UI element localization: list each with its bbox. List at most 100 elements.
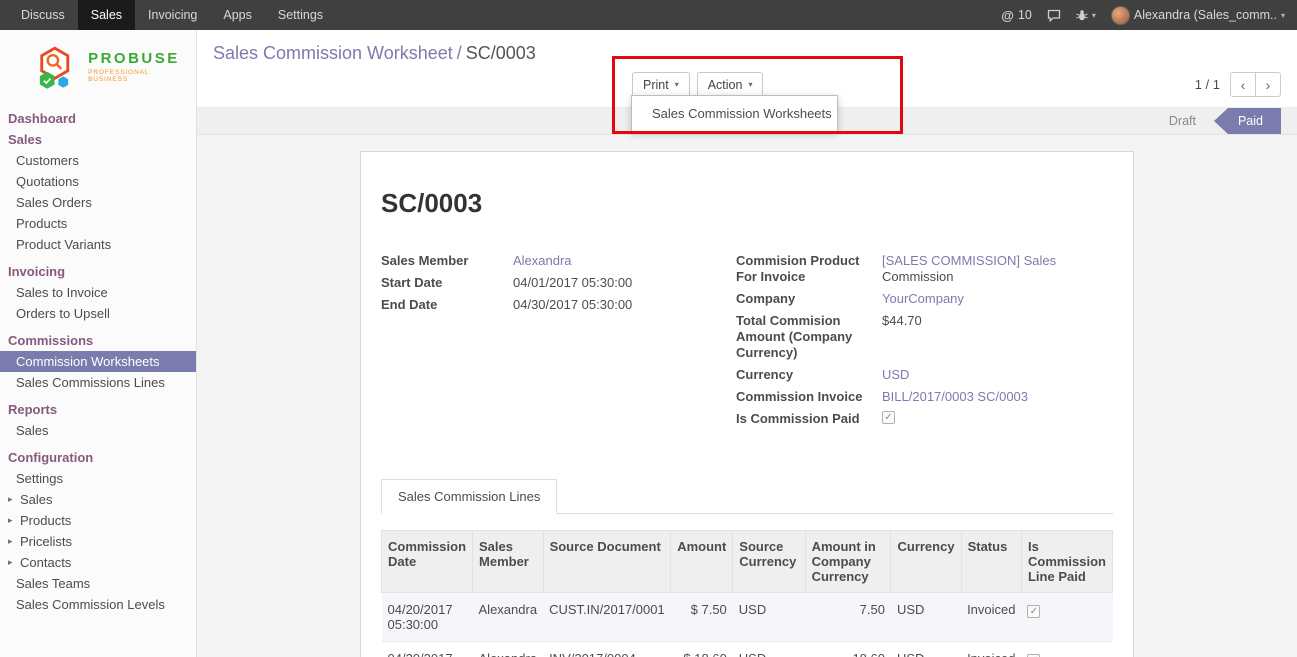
- column-header-currency[interactable]: Currency: [891, 531, 961, 593]
- field-value-total-commission: $44.70: [882, 313, 922, 361]
- topbar-menu-sales[interactable]: Sales: [78, 0, 135, 30]
- column-header-status[interactable]: Status: [961, 531, 1021, 593]
- sidebar-item-product-variants[interactable]: Product Variants: [0, 234, 196, 255]
- cell-line-paid: ✓: [1021, 642, 1112, 657]
- messages-menu[interactable]: [1047, 9, 1061, 22]
- sidebar-item-sales-orders[interactable]: Sales Orders: [0, 192, 196, 213]
- field-value-company[interactable]: YourCompany: [882, 291, 964, 307]
- field-is-commission-paid: Is Commission Paid ✓: [736, 411, 1113, 427]
- action-button[interactable]: Action ▾: [697, 72, 764, 97]
- chevron-down-icon: ▾: [748, 80, 752, 89]
- logo-title: PROBUSE: [88, 51, 190, 66]
- status-paid[interactable]: Paid: [1214, 108, 1281, 134]
- field-label: Is Commission Paid: [736, 411, 882, 427]
- field-group-left: Sales Member Alexandra Start Date 04/01/…: [381, 253, 736, 433]
- commission-product-rest: Commission: [882, 269, 954, 284]
- checkbox-checked-icon: ✓: [882, 411, 895, 424]
- chevron-right-icon: ›: [1266, 77, 1271, 93]
- sidebar-item-products-config[interactable]: ▸Products: [0, 510, 196, 531]
- sidebar-item-sales-report[interactable]: Sales: [0, 420, 196, 441]
- field-label: End Date: [381, 297, 513, 313]
- field-group-right: Commision Product For Invoice [SALES COM…: [736, 253, 1113, 433]
- message-bubble-icon: [1047, 9, 1061, 22]
- sidebar-item-sales-to-invoice[interactable]: Sales to Invoice: [0, 282, 196, 303]
- sidebar-item-label: Sales Orders: [16, 194, 92, 211]
- field-label: Start Date: [381, 275, 513, 291]
- sidebar-item-commission-worksheets[interactable]: Commission Worksheets: [0, 351, 196, 372]
- column-header-source-currency[interactable]: Source Currency: [733, 531, 805, 593]
- sidebar-item-label: Orders to Upsell: [16, 305, 110, 322]
- field-value-sales-member[interactable]: Alexandra: [513, 253, 572, 269]
- cell-commission-date: 04/20/2017 05:30:00: [382, 642, 473, 657]
- breadcrumb-parent[interactable]: Sales Commission Worksheet: [213, 43, 453, 63]
- table-row[interactable]: 04/20/2017 05:30:00 Alexandra CUST.IN/20…: [382, 593, 1113, 642]
- cell-amount-company: 7.50: [805, 593, 891, 642]
- field-label: Commision Product For Invoice: [736, 253, 882, 285]
- field-value-currency[interactable]: USD: [882, 367, 909, 383]
- pager-previous-button[interactable]: ‹: [1230, 72, 1256, 97]
- chevron-down-icon: ▾: [1281, 11, 1285, 20]
- sidebar-item-settings[interactable]: Settings: [0, 468, 196, 489]
- cell-status: Invoiced: [961, 642, 1021, 657]
- user-menu[interactable]: Alexandra (Sales_comm.. ▾: [1111, 6, 1285, 25]
- sidebar-section-invoicing[interactable]: Invoicing: [0, 261, 196, 282]
- sidebar-item-label: Sales Commission Levels: [16, 596, 165, 613]
- column-header-sales-member[interactable]: Sales Member: [473, 531, 544, 593]
- sidebar-section-commissions[interactable]: Commissions: [0, 330, 196, 351]
- bug-icon: [1076, 9, 1088, 21]
- chevron-down-icon: ▾: [1092, 11, 1096, 20]
- column-header-source-document[interactable]: Source Document: [543, 531, 671, 593]
- topbar-menu-invoicing[interactable]: Invoicing: [135, 0, 210, 30]
- activities-menu[interactable]: @ 10: [1001, 8, 1032, 23]
- checkbox-checked-icon: ✓: [1027, 605, 1040, 618]
- sidebar-item-label: Sales Commissions Lines: [16, 374, 165, 391]
- sidebar-item-label: Settings: [16, 470, 63, 487]
- sidebar-section-configuration[interactable]: Configuration: [0, 447, 196, 468]
- debug-menu[interactable]: ▾: [1076, 9, 1096, 21]
- form-view: SC/0003 Sales Member Alexandra Start Dat…: [197, 135, 1297, 657]
- app-logo[interactable]: PROBUSE PROFESSIONAL BUSINESS: [0, 30, 196, 104]
- sidebar-item-dashboard[interactable]: Dashboard: [0, 108, 196, 129]
- sidebar-section-reports[interactable]: Reports: [0, 399, 196, 420]
- commission-lines-table: Commission Date Sales Member Source Docu…: [381, 530, 1113, 657]
- cell-line-paid: ✓: [1021, 593, 1112, 642]
- field-company: Company YourCompany: [736, 291, 1113, 307]
- cell-currency: USD: [891, 593, 961, 642]
- sidebar-nav: Dashboard Sales Customers Quotations Sal…: [0, 104, 196, 615]
- avatar: [1111, 6, 1130, 25]
- field-total-commission: Total Commision Amount (Company Currency…: [736, 313, 1113, 361]
- field-start-date: Start Date 04/01/2017 05:30:00: [381, 275, 736, 291]
- topbar-menu-discuss[interactable]: Discuss: [8, 0, 78, 30]
- pager-next-button[interactable]: ›: [1255, 72, 1281, 97]
- column-header-line-paid[interactable]: Is Commission Line Paid: [1021, 531, 1112, 593]
- sidebar-item-pricelists[interactable]: ▸Pricelists: [0, 531, 196, 552]
- pager-value: 1 / 1: [1195, 77, 1220, 92]
- status-draft[interactable]: Draft: [1151, 108, 1214, 134]
- sidebar-item-sales-commission-levels[interactable]: Sales Commission Levels: [0, 594, 196, 615]
- sidebar-item-products[interactable]: Products: [0, 213, 196, 234]
- tab-sales-commission-lines[interactable]: Sales Commission Lines: [381, 479, 557, 514]
- action-button-label: Action: [708, 78, 743, 92]
- sidebar-item-sales-config[interactable]: ▸Sales: [0, 489, 196, 510]
- topbar-menu-settings[interactable]: Settings: [265, 0, 336, 30]
- sidebar-item-orders-to-upsell[interactable]: Orders to Upsell: [0, 303, 196, 324]
- column-header-amount[interactable]: Amount: [671, 531, 733, 593]
- topbar-menu-apps[interactable]: Apps: [210, 0, 265, 30]
- print-button[interactable]: Print ▾: [632, 72, 690, 97]
- sidebar-item-customers[interactable]: Customers: [0, 150, 196, 171]
- sidebar-section-sales[interactable]: Sales: [0, 129, 196, 150]
- sidebar-item-sales-commissions-lines[interactable]: Sales Commissions Lines: [0, 372, 196, 393]
- chevron-right-icon: ▸: [8, 533, 16, 550]
- activities-count: 10: [1018, 8, 1032, 22]
- sidebar-item-contacts[interactable]: ▸Contacts: [0, 552, 196, 573]
- dropdown-item-sales-commission-worksheets[interactable]: Sales Commission Worksheets: [632, 100, 837, 127]
- toolbar-buttons: Print ▾ Action ▾: [632, 72, 763, 97]
- commission-product-link[interactable]: [SALES COMMISSION] Sales: [882, 253, 1056, 268]
- table-row[interactable]: 04/20/2017 05:30:00 Alexandra INV/2017/0…: [382, 642, 1113, 657]
- field-value-commission-invoice[interactable]: BILL/2017/0003 SC/0003: [882, 389, 1028, 405]
- sidebar-item-quotations[interactable]: Quotations: [0, 171, 196, 192]
- column-header-commission-date[interactable]: Commission Date: [382, 531, 473, 593]
- sidebar-item-sales-teams[interactable]: Sales Teams: [0, 573, 196, 594]
- field-label: Sales Member: [381, 253, 513, 269]
- column-header-amount-company[interactable]: Amount in Company Currency: [805, 531, 891, 593]
